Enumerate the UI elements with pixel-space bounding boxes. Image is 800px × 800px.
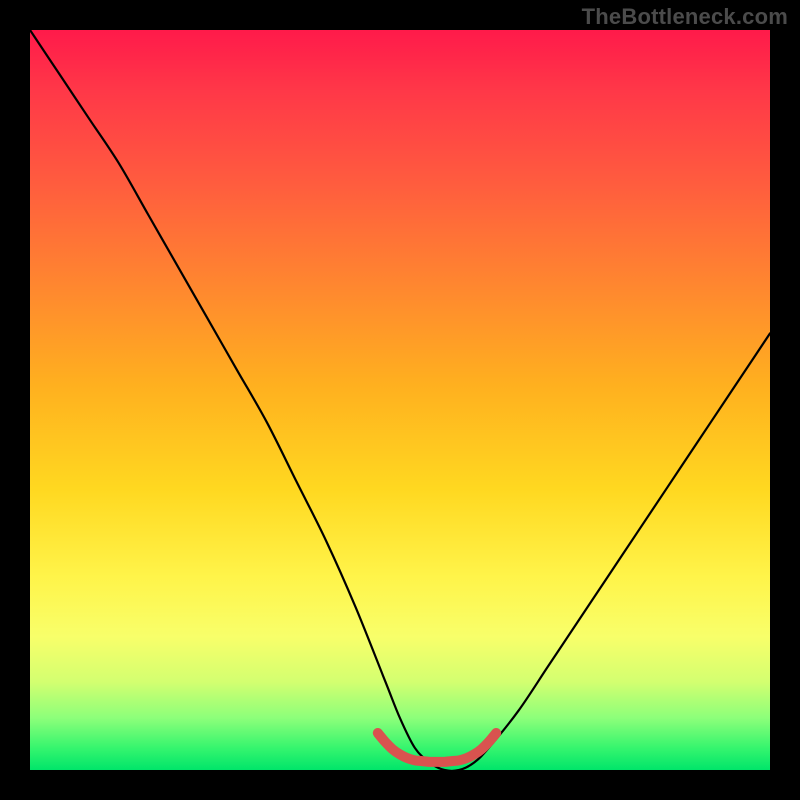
watermark-text: TheBottleneck.com: [582, 4, 788, 30]
black-curve-path: [30, 30, 770, 770]
red-band-path: [378, 733, 496, 762]
chart-frame: TheBottleneck.com: [0, 0, 800, 800]
curve-layer: [30, 30, 770, 770]
plot-area: [30, 30, 770, 770]
